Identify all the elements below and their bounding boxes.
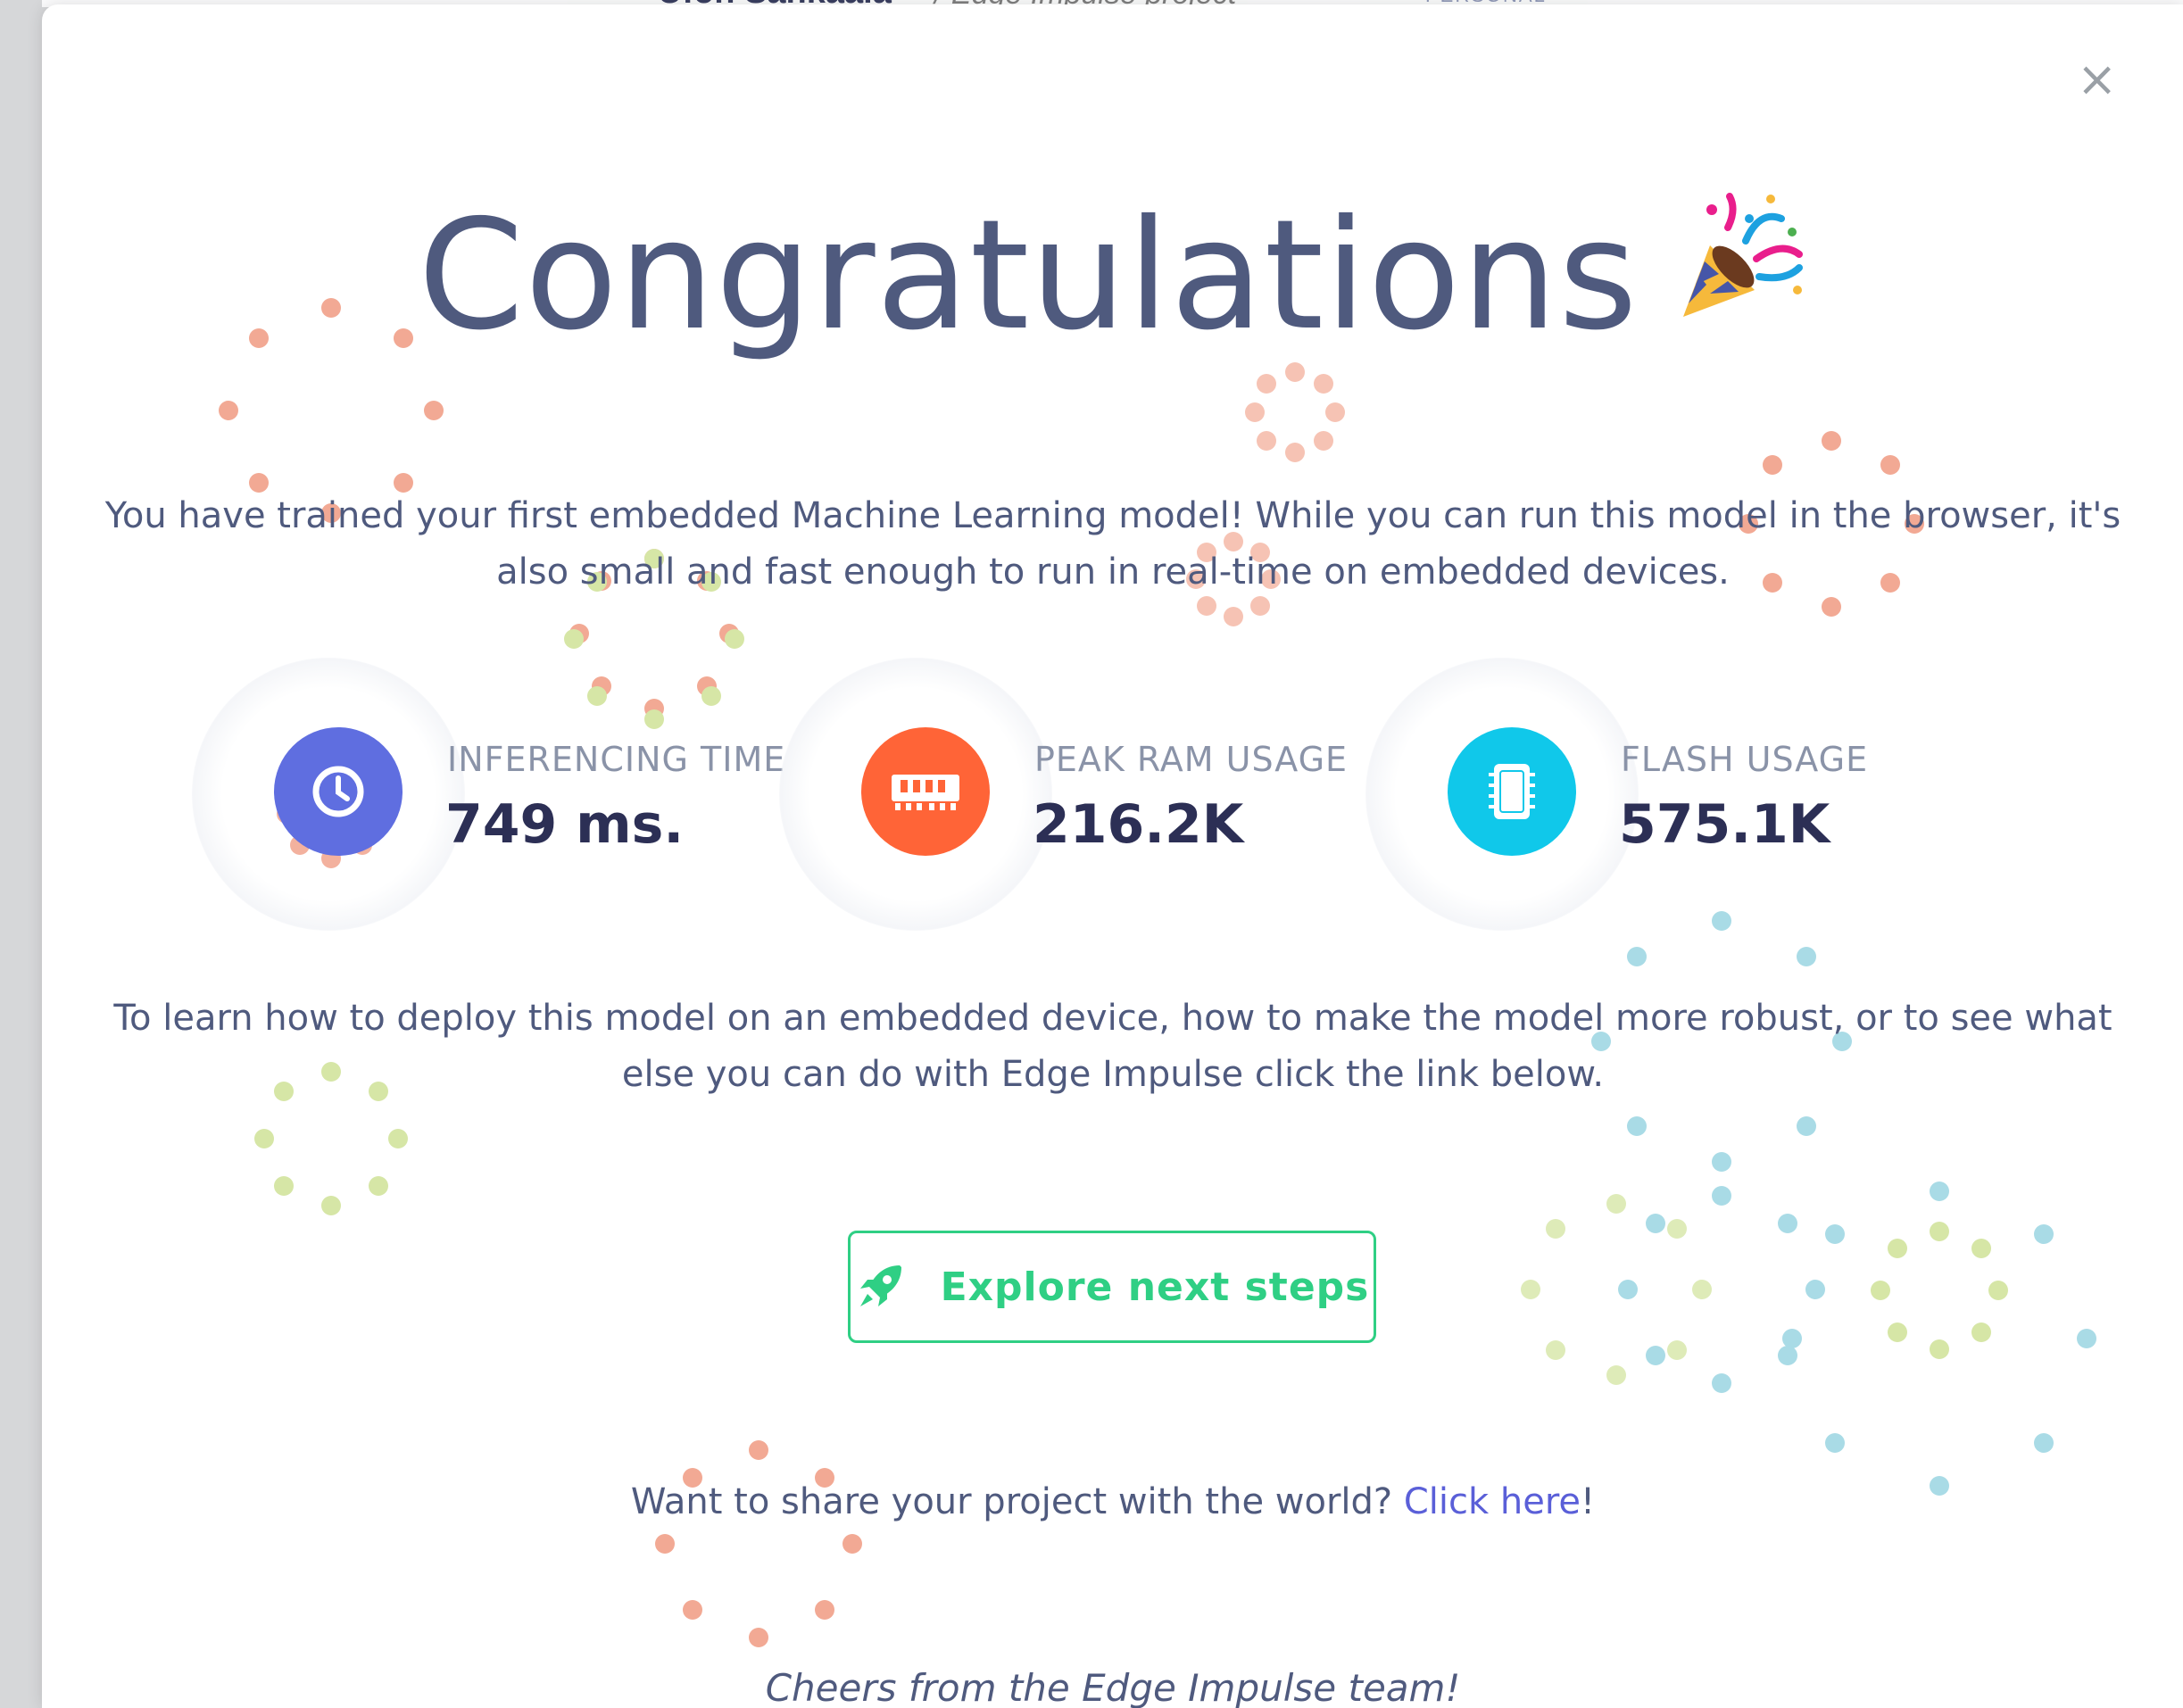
confetti-dot bbox=[1763, 455, 1783, 476]
congratulations-modal: × Congratulations You have trained your … bbox=[42, 4, 2183, 1708]
confetti-dot bbox=[1797, 946, 1817, 966]
stat-value: 575.1K bbox=[1619, 793, 1830, 856]
confetti-dot bbox=[1930, 1222, 1949, 1241]
stat-label: FLASH USAGE bbox=[1621, 740, 1869, 779]
confetti-dot bbox=[1712, 911, 1731, 931]
confetti-dot bbox=[273, 1176, 294, 1197]
confetti-dot bbox=[1971, 1239, 1991, 1259]
ram-icon bbox=[861, 727, 990, 856]
confetti-dot bbox=[644, 709, 664, 729]
confetti-dot bbox=[1626, 1116, 1647, 1137]
confetti-dot bbox=[1805, 1280, 1825, 1299]
confetti-dot bbox=[569, 624, 589, 643]
confetti-dot bbox=[719, 624, 739, 643]
confetti-dot bbox=[1778, 1213, 1798, 1233]
confetti-dot bbox=[1825, 1224, 1846, 1245]
confetti-dot bbox=[587, 685, 608, 706]
confetti-dot bbox=[1645, 1346, 1665, 1366]
clock-icon bbox=[274, 727, 403, 856]
stat-value: 749 ms. bbox=[445, 793, 685, 856]
confetti-dot bbox=[1224, 607, 1243, 626]
confetti-dot bbox=[1988, 1281, 2008, 1300]
confetti-dot bbox=[321, 1196, 341, 1215]
chip-icon bbox=[1448, 727, 1576, 856]
confetti-dot bbox=[591, 676, 611, 697]
confetti-dot bbox=[1712, 1373, 1731, 1393]
confetti-dot bbox=[749, 1628, 768, 1647]
confetti-dot bbox=[388, 1129, 408, 1148]
rocket-icon bbox=[855, 1262, 905, 1312]
confetti-dot bbox=[1880, 455, 1900, 476]
confetti-dot bbox=[1257, 430, 1277, 451]
share-suffix: ! bbox=[1581, 1481, 1596, 1522]
confetti-dot bbox=[1313, 374, 1333, 394]
confetti-dot bbox=[842, 1534, 862, 1554]
model-stats: INFERENCING TIME 749 ms. PEAK RAM USAGE … bbox=[42, 658, 2183, 931]
confetti-dot bbox=[1712, 1186, 1731, 1206]
share-prompt: Want to share your project with the worl… bbox=[42, 1481, 2183, 1522]
confetti-dot bbox=[1645, 1213, 1665, 1233]
confetti-dot bbox=[1692, 1280, 1712, 1299]
confetti-dot bbox=[644, 699, 664, 718]
confetti-dot bbox=[1825, 1432, 1846, 1453]
confetti-dot bbox=[1546, 1339, 1566, 1360]
confetti-dot bbox=[1797, 1116, 1817, 1137]
stat-value: 216.2K bbox=[1033, 793, 1244, 856]
explore-next-steps-button[interactable]: Explore next steps bbox=[848, 1231, 1376, 1343]
confetti-dot bbox=[725, 629, 744, 649]
confetti-dot bbox=[1618, 1280, 1638, 1299]
confetti-dot bbox=[1930, 1182, 1949, 1201]
share-text: Want to share your project with the worl… bbox=[630, 1481, 1404, 1522]
confetti-dot bbox=[1822, 431, 1841, 451]
close-button[interactable]: × bbox=[2077, 55, 2117, 104]
confetti-dot bbox=[655, 1534, 675, 1554]
confetti-dot bbox=[1325, 402, 1345, 422]
party-popper-icon bbox=[1674, 186, 1808, 362]
confetti-dot bbox=[1313, 430, 1333, 451]
confetti-dot bbox=[1971, 1322, 1991, 1342]
explore-next-steps-label: Explore next steps bbox=[940, 1264, 1370, 1310]
confetti-dot bbox=[2077, 1329, 2096, 1348]
confetti-dot bbox=[1546, 1219, 1566, 1240]
stat-label: INFERENCING TIME bbox=[447, 740, 786, 779]
confetti-dot bbox=[1245, 402, 1265, 422]
confetti-dot bbox=[1871, 1281, 1890, 1300]
confetti-dot bbox=[2033, 1224, 2054, 1245]
confetti-dot bbox=[701, 685, 721, 706]
confetti-dot bbox=[1778, 1346, 1798, 1366]
confetti-dot bbox=[1606, 1194, 1626, 1214]
confetti-dot bbox=[749, 1440, 768, 1460]
confetti-dot bbox=[1666, 1219, 1687, 1240]
confetti-dot bbox=[1930, 1339, 1949, 1359]
intro-text: You have trained your first embedded Mac… bbox=[104, 495, 2121, 593]
deploy-text: To learn how to deploy this model on an … bbox=[113, 998, 2112, 1095]
confetti-dot bbox=[254, 1129, 274, 1148]
confetti-dot bbox=[2033, 1432, 2054, 1453]
confetti-dot bbox=[1257, 374, 1277, 394]
share-link[interactable]: Click here bbox=[1404, 1481, 1581, 1522]
confetti-dot bbox=[369, 1176, 389, 1197]
confetti-dot bbox=[1285, 443, 1305, 462]
confetti-dot bbox=[1521, 1280, 1540, 1299]
confetti-dot bbox=[564, 629, 584, 649]
confetti-dot bbox=[1888, 1322, 1908, 1342]
confetti-dot bbox=[1782, 1329, 1802, 1348]
confetti-dot bbox=[219, 401, 238, 420]
modal-title: Congratulations bbox=[42, 187, 2183, 375]
confetti-dot bbox=[424, 401, 444, 420]
title-text: Congratulations bbox=[418, 187, 1639, 364]
confetti-dot bbox=[1666, 1339, 1687, 1360]
confetti-dot bbox=[1626, 946, 1647, 966]
confetti-dot bbox=[1712, 1152, 1731, 1172]
confetti-dot bbox=[815, 1600, 835, 1621]
confetti-dot bbox=[1606, 1365, 1626, 1385]
confetti-dot bbox=[1888, 1239, 1908, 1259]
confetti-dot bbox=[697, 676, 718, 697]
confetti-dot bbox=[682, 1600, 702, 1621]
cheers-text: Cheers from the Edge Impulse team! bbox=[765, 1666, 1461, 1708]
stat-label: PEAK RAM USAGE bbox=[1034, 740, 1349, 779]
